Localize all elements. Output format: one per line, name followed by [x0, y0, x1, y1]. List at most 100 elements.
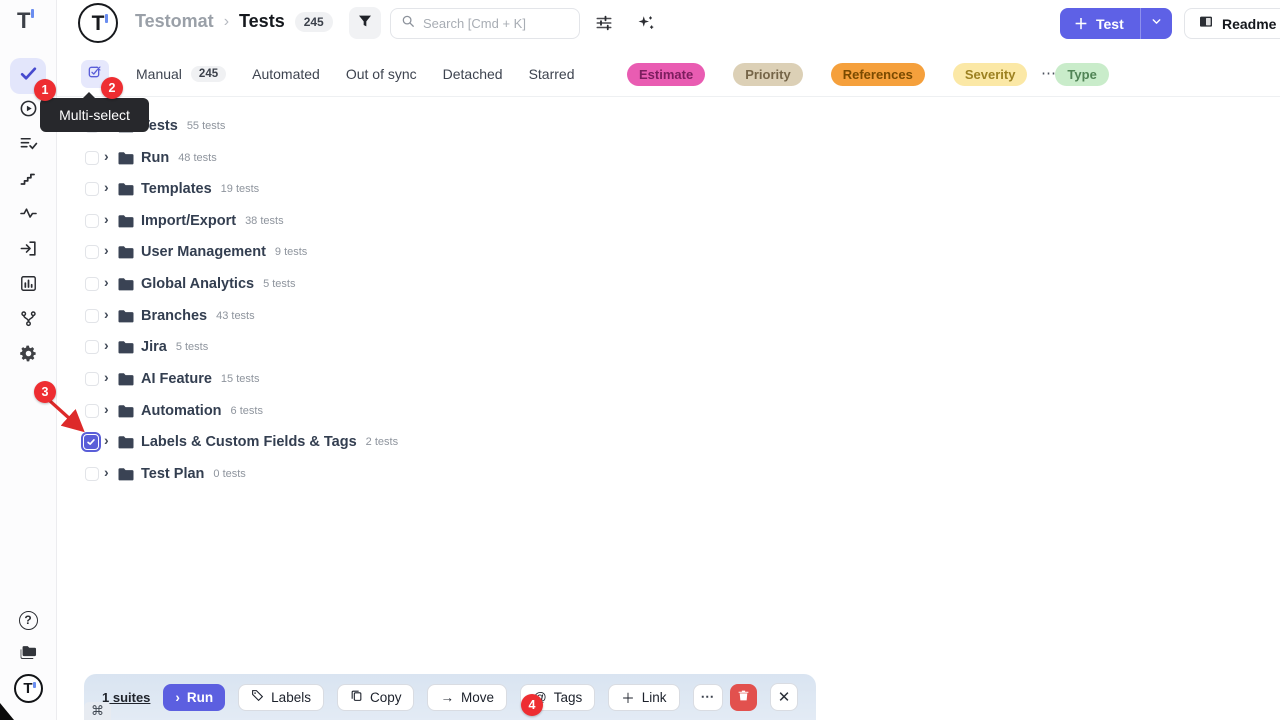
suite-test-count: 15 tests [221, 373, 260, 385]
tab-out-of-sync[interactable]: Out of sync [346, 66, 417, 82]
tab-manual[interactable]: Manual245 [136, 66, 226, 82]
suite-checkbox[interactable] [85, 372, 99, 386]
search-box[interactable] [390, 8, 580, 39]
tab-automated[interactable]: Automated [252, 66, 320, 82]
readme-button[interactable]: Readme [1184, 8, 1280, 39]
suite-checkbox[interactable] [85, 151, 99, 165]
suite-checkbox[interactable] [85, 340, 99, 354]
sidebar-item-settings[interactable] [10, 338, 46, 374]
suite-row[interactable]: › AI Feature 15 tests [57, 366, 1157, 392]
suite-row[interactable]: › Branches 43 tests [57, 303, 1157, 329]
tab-starred[interactable]: Starred [529, 66, 575, 82]
suite-test-count: 2 tests [366, 436, 398, 448]
pill-references[interactable]: References [831, 63, 925, 86]
folder-icon [117, 435, 135, 455]
suite-name[interactable]: Run [141, 150, 169, 166]
more-pills-button[interactable]: ⋯ [1041, 64, 1057, 82]
page-title: Tests [239, 11, 285, 32]
new-test-button[interactable]: ＋ Test [1060, 8, 1141, 39]
new-test-split-button[interactable]: ＋ Test [1060, 8, 1172, 39]
pill-priority[interactable]: Priority [733, 63, 803, 86]
suite-test-count: 48 tests [178, 152, 217, 164]
chevron-right-icon[interactable]: › [104, 401, 109, 417]
suite-test-count: 5 tests [176, 341, 208, 353]
suites-tree: › Tests 55 tests › Run 48 tests › Templa… [57, 97, 1280, 657]
annotation-badge-2: 2 [101, 77, 123, 99]
link-button[interactable]: ＋ Link [608, 684, 679, 711]
suite-checkbox[interactable] [85, 182, 99, 196]
suite-name[interactable]: Jira [141, 339, 167, 355]
sidebar-item-reports[interactable] [10, 268, 46, 304]
chevron-right-icon[interactable]: › [104, 337, 109, 353]
chevron-right-icon[interactable]: › [104, 464, 109, 480]
more-actions-button[interactable]: ⋯ [693, 684, 724, 711]
ai-sparkles-icon[interactable] [637, 14, 655, 37]
suite-checkbox[interactable] [85, 467, 99, 481]
gear-icon [19, 344, 38, 368]
suite-name[interactable]: Import/Export [141, 213, 236, 229]
tab-label: Out of sync [346, 66, 417, 82]
pill-estimate[interactable]: Estimate [627, 63, 705, 86]
copy-button[interactable]: Copy [337, 684, 415, 711]
pill-type[interactable]: Type [1055, 63, 1108, 86]
sidebar-item-pulse[interactable] [10, 198, 46, 234]
suite-row[interactable]: › Test Plan 0 tests [57, 461, 1157, 487]
suite-row[interactable]: › Import/Export 38 tests [57, 208, 1157, 234]
sidebar-item-pull-requests[interactable] [10, 233, 46, 269]
multi-select-icon [87, 64, 103, 85]
sidebar-item-help[interactable]: ? [10, 602, 46, 638]
chevron-right-icon[interactable]: › [104, 148, 109, 164]
suite-row[interactable]: › Global Analytics 5 tests [57, 271, 1157, 297]
chevron-right-icon[interactable]: › [104, 274, 109, 290]
suite-test-count: 43 tests [216, 310, 255, 322]
chevron-right-icon[interactable]: › [104, 369, 109, 385]
arrow-right-icon: → [440, 690, 454, 705]
suite-row[interactable]: › Run 48 tests [57, 145, 1157, 171]
sidebar-item-plans[interactable] [10, 128, 46, 164]
suite-row[interactable]: › User Management 9 tests [57, 239, 1157, 265]
project-logo[interactable]: T [78, 3, 118, 43]
suite-name[interactable]: Labels & Custom Fields & Tags [141, 434, 357, 450]
sidebar-item-steps[interactable] [10, 163, 46, 199]
suite-checkbox[interactable] [85, 245, 99, 259]
suite-name[interactable]: Test Plan [141, 466, 204, 482]
breadcrumb-app[interactable]: Testomat [135, 11, 214, 32]
suite-checkbox[interactable] [85, 214, 99, 228]
trash-icon [737, 689, 750, 705]
pill-severity[interactable]: Severity [953, 63, 1028, 86]
suite-checkbox[interactable] [85, 277, 99, 291]
suite-row[interactable]: › Automation 6 tests [57, 398, 1157, 424]
suite-name[interactable]: Branches [141, 308, 207, 324]
chevron-right-icon[interactable]: › [104, 306, 109, 322]
suite-row[interactable]: › Jira 5 tests [57, 334, 1157, 360]
filter-button[interactable] [349, 7, 381, 39]
suite-checkbox[interactable] [85, 309, 99, 323]
suite-row[interactable]: › Templates 19 tests [57, 176, 1157, 202]
adjustments-icon[interactable] [595, 14, 613, 37]
run-button[interactable]: › Run [163, 684, 225, 711]
sidebar-item-branches[interactable] [10, 303, 46, 339]
close-action-bar-button[interactable]: ✕ [770, 683, 798, 711]
search-input[interactable] [423, 16, 563, 31]
tab-detached[interactable]: Detached [443, 66, 503, 82]
suite-name[interactable]: Automation [141, 403, 222, 419]
suite-name[interactable]: Global Analytics [141, 276, 254, 292]
folder-icon [117, 277, 135, 297]
tag-icon [251, 689, 264, 705]
suite-row[interactable]: › Labels & Custom Fields & Tags 2 tests [57, 429, 1157, 455]
suite-name[interactable]: Templates [141, 181, 212, 197]
suite-row[interactable]: › Tests 55 tests [57, 113, 1157, 139]
suite-name[interactable]: User Management [141, 244, 266, 260]
sidebar-item-projects[interactable] [10, 637, 46, 673]
chevron-right-icon[interactable]: › [104, 179, 109, 195]
command-key-icon: ⌘ [84, 702, 111, 720]
chevron-right-icon[interactable]: › [104, 242, 109, 258]
new-test-dropdown[interactable] [1141, 8, 1172, 39]
sidebar-workspace-logo[interactable]: T [10, 670, 46, 706]
chevron-right-icon[interactable]: › [104, 432, 109, 448]
delete-button[interactable] [730, 684, 757, 711]
move-button[interactable]: → Move [427, 684, 507, 711]
suite-name[interactable]: AI Feature [141, 371, 212, 387]
chevron-right-icon[interactable]: › [104, 211, 109, 227]
labels-button[interactable]: Labels [238, 684, 324, 711]
